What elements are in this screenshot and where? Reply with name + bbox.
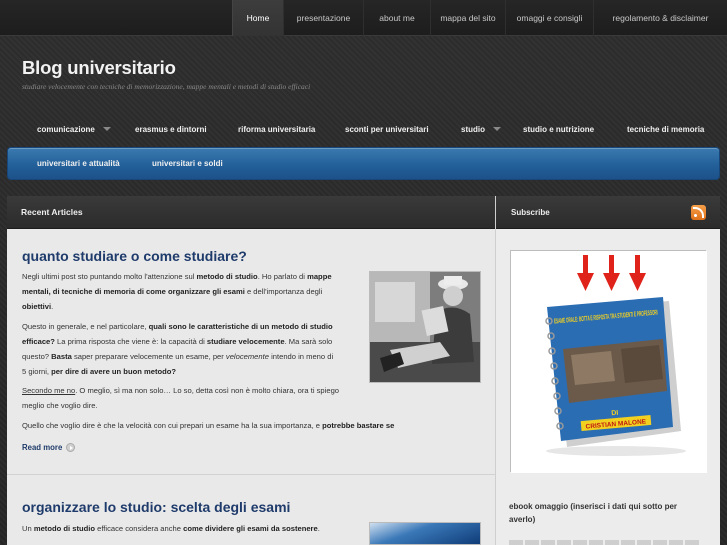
post-image [369,522,481,545]
post-paragraph: Un metodo di studio efficace considera a… [22,524,320,533]
category-nav-bar: universitari e attualità universitari e … [7,147,720,180]
cat-tecniche-memoria[interactable]: tecniche di memoria [627,114,704,144]
arrow-right-icon [66,443,76,452]
widget-text-faint [509,540,699,545]
section-title: Recent Articles [21,207,83,217]
svg-text:DI: DI [611,410,619,418]
cat-universitari-soldi[interactable]: universitari e soldi [152,148,223,179]
top-navigation: Home presentazione about me mappa del si… [0,0,727,36]
topnav-item-about-me[interactable]: about me [363,0,430,36]
cat-universitari-attualita[interactable]: universitari e attualità [37,148,120,179]
topnav-item-home[interactable]: Home [232,0,283,36]
topnav-item-presentazione[interactable]: presentazione [283,0,363,36]
post-image [369,271,481,383]
subscribe-header: Subscribe [496,196,720,229]
post-paragraph: Questo in generale, e nel particolare, q… [22,322,334,376]
chevron-down-icon [493,127,501,131]
post-title[interactable]: quanto studiare o come studiare? [22,248,247,264]
subscribe-title: Subscribe [511,207,550,217]
topnav-item-mappa-del-sito[interactable]: mappa del sito [430,0,505,36]
topnav-item-omaggi-e-consigli[interactable]: omaggi e consigli [505,0,593,36]
section-header: Recent Articles [7,196,495,229]
cat-studio-nutrizione[interactable]: studio e nutrizione [523,114,594,144]
post-paragraph: Negli ultimi post sto puntando molto l'a… [22,272,332,311]
post-divider [7,474,495,475]
cat-sconti[interactable]: sconti per universitari [345,114,429,144]
post-title[interactable]: organizzare lo studio: scelta degli esam… [22,499,290,515]
post-paragraph: Quello che voglio dire è che la velocità… [22,421,395,430]
ebook-banner[interactable]: ESAME ORALE: BOTTA E RISPOSTA TRA STUDEN… [510,250,707,473]
cat-comunicazione[interactable]: comunicazione [37,114,111,144]
site-tagline: studiare velocemente con tecniche di mem… [22,82,311,91]
topnav-item-regolamento[interactable]: regolamento & disclaimer [593,0,727,36]
inline-link[interactable]: Secondo me no [22,386,75,395]
read-more-label: Read more [22,443,63,452]
cat-studio[interactable]: studio [461,114,501,144]
cat-riforma[interactable]: riforma universitaria [238,114,315,144]
read-more-link[interactable]: Read more [22,443,76,452]
arrow-down-icon [577,255,646,291]
ebook-cover: ESAME ORALE: BOTTA E RISPOSTA TRA STUDEN… [511,251,707,473]
post-paragraph: Secondo me no. O meglio, sì ma non solo…… [22,386,340,410]
rss-icon[interactable] [691,204,706,220]
cat-erasmus[interactable]: erasmus e dintorni [135,114,207,144]
cat-label: studio [461,124,485,134]
cat-label: comunicazione [37,124,95,134]
site-title[interactable]: Blog universitario [22,57,176,79]
chevron-down-icon [102,127,111,131]
ebook-widget-title: ebook omaggio (inserisci i dati qui sott… [509,502,678,524]
student-reading-photo [370,272,480,382]
category-nav: comunicazione erasmus e dintorni riforma… [0,114,727,144]
